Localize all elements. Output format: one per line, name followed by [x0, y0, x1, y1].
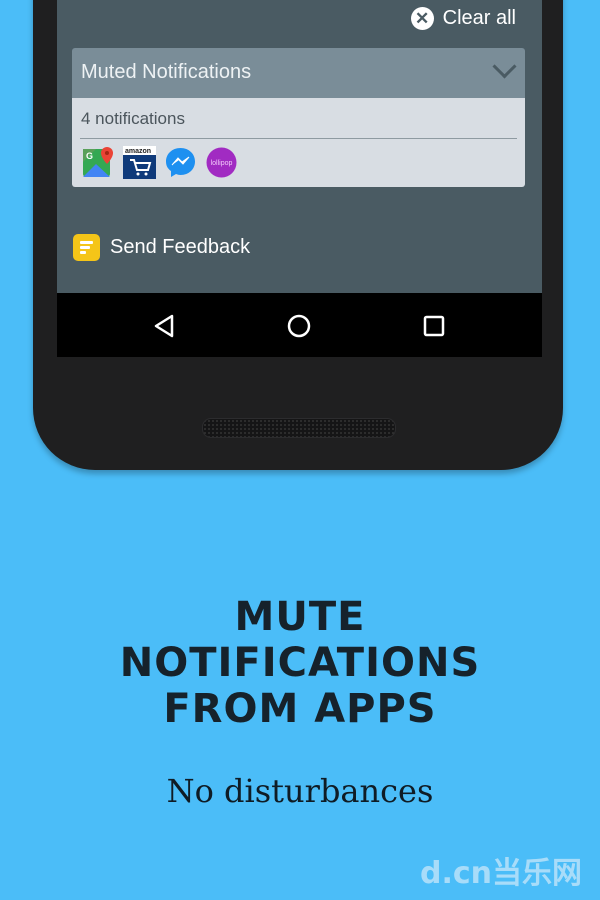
svg-text:amazon: amazon: [125, 148, 151, 155]
headline-line: NOTIFICATIONS: [119, 640, 481, 686]
android-navbar: [57, 293, 542, 357]
divider: [80, 138, 517, 139]
recents-square-icon[interactable]: [421, 313, 447, 339]
send-feedback-button[interactable]: Send Feedback: [73, 234, 250, 261]
chevron-down-icon[interactable]: [492, 54, 517, 79]
headline-line: FROM APPS: [163, 686, 437, 732]
muted-notifications-body: 4 notifications G amazon lollipop: [72, 98, 525, 187]
notification-shade: ✕ Clear all Muted Notifications 4 notifi…: [57, 0, 542, 293]
app-icons-row: G amazon lollipop: [82, 146, 238, 179]
card-title: Muted Notifications: [81, 61, 252, 83]
promo-subtitle: No disturbances: [166, 772, 434, 810]
svg-text:lollipop: lollipop: [211, 160, 233, 167]
home-circle-icon[interactable]: [286, 313, 312, 339]
lollipop-icon[interactable]: lollipop: [205, 146, 238, 179]
send-feedback-label: Send Feedback: [110, 236, 251, 258]
phone-speaker-grille: [202, 418, 396, 438]
clear-all-button[interactable]: ✕ Clear all: [410, 7, 516, 30]
svg-text:G: G: [86, 151, 93, 161]
clear-all-label: Clear all: [442, 7, 516, 29]
close-circle-icon: ✕: [410, 7, 434, 30]
back-triangle-icon[interactable]: [152, 313, 178, 339]
google-maps-icon[interactable]: G: [82, 146, 115, 179]
watermark-logo: d.cn当乐网: [419, 856, 582, 891]
promo-headline: MUTE NOTIFICATIONS FROM APPS: [0, 594, 600, 732]
messenger-icon[interactable]: [164, 146, 197, 179]
notification-count: 4 notifications: [81, 109, 185, 128]
headline-line: MUTE: [234, 594, 366, 640]
muted-notifications-header[interactable]: Muted Notifications: [72, 48, 525, 98]
feedback-icon: [73, 234, 100, 261]
amazon-icon[interactable]: amazon: [123, 146, 156, 179]
